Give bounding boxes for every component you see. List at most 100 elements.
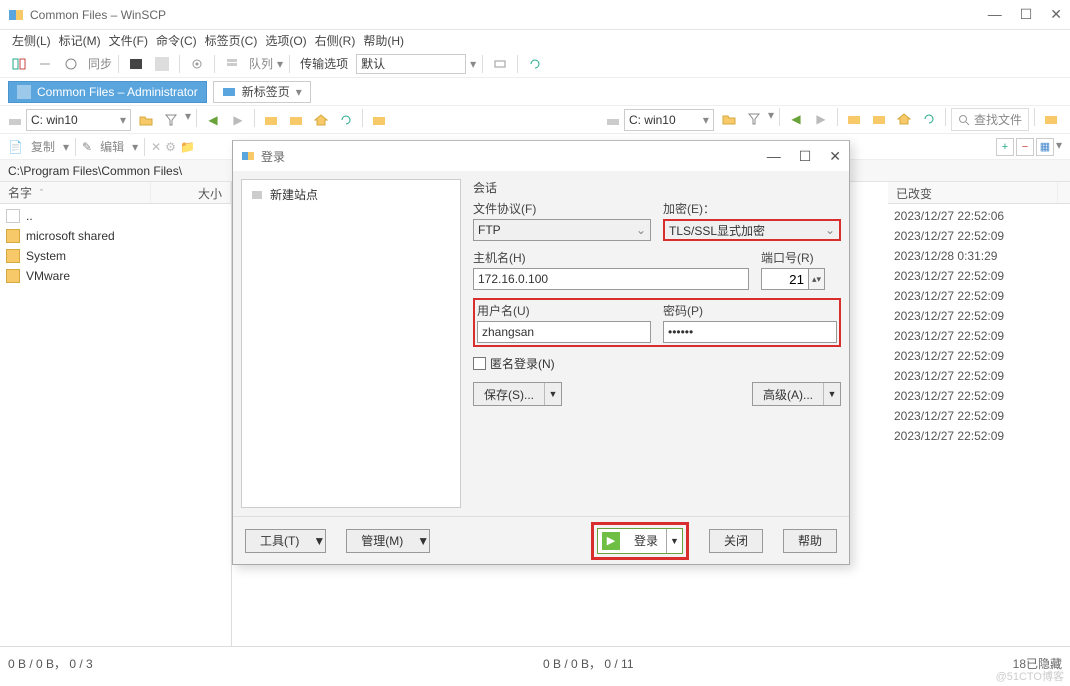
password-input[interactable]: ••••••: [663, 321, 837, 343]
hidden-icon[interactable]: [489, 53, 511, 75]
open-folder-icon[interactable]: [135, 109, 157, 131]
forward-icon-r[interactable]: ▶: [810, 108, 832, 130]
compare-icon[interactable]: [8, 53, 30, 75]
list-item[interactable]: 2023/12/27 22:52:09: [888, 226, 1070, 246]
find-files-button[interactable]: 查找文件: [951, 108, 1029, 131]
advanced-dropdown-icon[interactable]: ▼: [824, 389, 840, 399]
parent-folder-icon[interactable]: [260, 109, 282, 131]
list-item[interactable]: System: [0, 246, 231, 266]
list-item[interactable]: 2023/12/28 0:31:29: [888, 246, 1070, 266]
port-spinner[interactable]: ▴▾: [761, 268, 841, 290]
transfer-preset-combo[interactable]: 默认: [356, 54, 466, 74]
bookmark-icon[interactable]: [368, 109, 390, 131]
list-item[interactable]: ..: [0, 206, 231, 226]
dialog-minimize-button[interactable]: —: [767, 148, 781, 165]
refresh-icon[interactable]: [524, 53, 546, 75]
filter-icon[interactable]: [160, 109, 182, 131]
tools-dropdown-icon[interactable]: ▼: [313, 534, 325, 548]
refresh-left-icon[interactable]: [335, 109, 357, 131]
properties-icon[interactable]: ⚙: [165, 140, 176, 154]
dialog-maximize-button[interactable]: ☐: [799, 148, 812, 165]
menu-options[interactable]: 选项(O): [263, 32, 308, 49]
manage-button[interactable]: 管理(M) ▼: [346, 529, 430, 553]
delete-icon[interactable]: ✕: [151, 140, 161, 154]
session-tab-active[interactable]: Common Files – Administrator: [8, 81, 207, 103]
manage-dropdown-icon[interactable]: ▼: [417, 534, 429, 548]
list-item[interactable]: 2023/12/27 22:52:09: [888, 266, 1070, 286]
list-item[interactable]: 2023/12/27 22:52:06: [888, 206, 1070, 226]
close-button[interactable]: ✕: [1050, 6, 1062, 23]
minus-button[interactable]: −: [1016, 138, 1034, 156]
tools-button[interactable]: 工具(T) ▼: [245, 529, 326, 553]
drive-combo-right[interactable]: C: win10 ▾: [624, 109, 714, 131]
refresh-right-icon[interactable]: [918, 108, 940, 130]
list-item[interactable]: 2023/12/27 22:52:09: [888, 326, 1070, 346]
forward-icon[interactable]: ▶: [227, 109, 249, 131]
sync-icon[interactable]: [60, 53, 82, 75]
list-item[interactable]: 2023/12/27 22:52:09: [888, 386, 1070, 406]
col-changed[interactable]: 已改变: [888, 182, 1058, 203]
list-item[interactable]: 2023/12/27 22:52:09: [888, 286, 1070, 306]
username-input[interactable]: zhangsan: [477, 321, 651, 343]
back-icon[interactable]: ◀: [202, 109, 224, 131]
login-button[interactable]: ▶ 登录 ▼: [597, 528, 683, 554]
color-icon[interactable]: [151, 53, 173, 75]
anonymous-row[interactable]: 匿名登录(N): [473, 355, 841, 372]
list-item[interactable]: 2023/12/27 22:52:09: [888, 366, 1070, 386]
protocol-combo[interactable]: FTP ⌄: [473, 219, 651, 241]
session-tab-new[interactable]: 新标签页 ▾: [213, 81, 311, 103]
plus-button[interactable]: +: [996, 138, 1014, 156]
parent-folder-icon-r[interactable]: [843, 108, 865, 130]
tree-button[interactable]: ▦: [1036, 138, 1054, 156]
edit-icon[interactable]: ✎: [82, 140, 92, 154]
col-size[interactable]: 大小: [151, 182, 231, 203]
drive-combo-left[interactable]: C: win10 ▾: [26, 109, 131, 131]
open-folder-icon-r[interactable]: [718, 108, 740, 130]
transfer-dropdown-icon[interactable]: ▾: [470, 57, 476, 71]
console-icon[interactable]: [125, 53, 147, 75]
save-button[interactable]: 保存(S)... ▼: [473, 382, 562, 406]
list-item[interactable]: 2023/12/27 22:52:09: [888, 346, 1070, 366]
queue-icon[interactable]: [221, 53, 243, 75]
menu-cmd[interactable]: 命令(C): [154, 32, 199, 49]
sync-browse-icon[interactable]: [34, 53, 56, 75]
help-button[interactable]: 帮助: [783, 529, 837, 553]
back-icon-r[interactable]: ◀: [785, 108, 807, 130]
dialog-close-button[interactable]: ✕: [829, 148, 841, 165]
menu-right[interactable]: 右侧(R): [313, 32, 358, 49]
site-list[interactable]: 新建站点: [241, 179, 461, 508]
col-name[interactable]: 名字ˆ: [0, 182, 151, 203]
panel-dropdown-icon[interactable]: ▾: [1056, 138, 1062, 156]
list-item[interactable]: 2023/12/27 22:52:09: [888, 306, 1070, 326]
login-dropdown-icon[interactable]: ▼: [666, 529, 682, 553]
menu-tabs[interactable]: 标签页(C): [203, 32, 260, 49]
port-value[interactable]: [761, 268, 809, 290]
anonymous-checkbox[interactable]: [473, 357, 486, 370]
home-icon[interactable]: [310, 109, 332, 131]
advanced-button[interactable]: 高级(A)... ▼: [752, 382, 841, 406]
menu-help[interactable]: 帮助(H): [361, 32, 406, 49]
root-folder-icon[interactable]: [285, 109, 307, 131]
filter-icon-r[interactable]: [743, 108, 765, 130]
host-input[interactable]: 172.16.0.100: [473, 268, 749, 290]
list-item[interactable]: 2023/12/27 22:52:09: [888, 406, 1070, 426]
root-folder-icon-r[interactable]: [868, 108, 890, 130]
menu-mark[interactable]: 标记(M): [57, 32, 103, 49]
bookmark-icon-r[interactable]: [1040, 108, 1062, 130]
copy-icon[interactable]: 📄: [8, 140, 23, 154]
maximize-button[interactable]: ☐: [1020, 6, 1033, 23]
newfolder-icon[interactable]: 📁: [180, 140, 195, 154]
close-dialog-button[interactable]: 关闭: [709, 529, 763, 553]
save-dropdown-icon[interactable]: ▼: [545, 389, 561, 399]
menu-left[interactable]: 左侧(L): [10, 32, 53, 49]
home-icon-r[interactable]: [893, 108, 915, 130]
minimize-button[interactable]: —: [988, 6, 1002, 23]
encryption-combo[interactable]: TLS/SSL显式加密 ⌄: [663, 219, 841, 241]
new-tab-dropdown-icon[interactable]: ▾: [296, 85, 302, 99]
list-item[interactable]: VMware: [0, 266, 231, 286]
list-item[interactable]: microsoft shared: [0, 226, 231, 246]
queue-dropdown-icon[interactable]: ▾: [277, 57, 283, 71]
port-spin-up-icon[interactable]: ▴▾: [809, 268, 825, 290]
menu-file[interactable]: 文件(F): [107, 32, 150, 49]
list-item[interactable]: 2023/12/27 22:52:09: [888, 426, 1070, 446]
